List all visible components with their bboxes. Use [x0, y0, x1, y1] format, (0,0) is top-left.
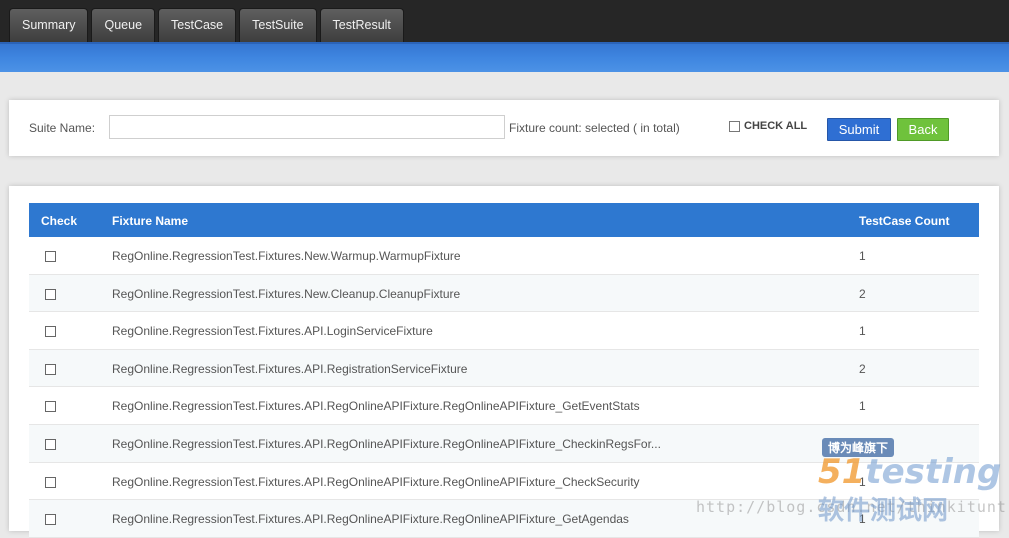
row-checkbox[interactable]	[45, 288, 56, 300]
table-header: Check Fixture Name TestCase Count	[29, 203, 979, 237]
fixture-name: RegOnline.RegressionTest.Fixtures.API.Re…	[112, 474, 640, 489]
testcase-count: 1	[859, 474, 866, 489]
fixture-name: RegOnline.RegressionTest.Fixtures.API.Re…	[112, 436, 661, 451]
testcase-count: 1	[859, 436, 866, 451]
row-checkbox[interactable]	[45, 251, 56, 262]
header-fixture-name: Fixture Name	[112, 214, 189, 228]
testcase-count: 1	[859, 399, 866, 414]
row-checkbox[interactable]	[45, 401, 56, 413]
suite-form-panel: Suite Name: Fixture count: selected ( in…	[9, 100, 999, 156]
header-check: Check	[41, 214, 78, 228]
suite-name-label: Suite Name:	[29, 121, 96, 135]
row-checkbox[interactable]	[45, 363, 56, 375]
check-all-checkbox[interactable]	[729, 120, 740, 132]
table-row: RegOnline.RegressionTest.Fixtures.API.Lo…	[29, 312, 979, 350]
table-body: RegOnline.RegressionTest.Fixtures.New.Wa…	[29, 237, 979, 538]
fixture-grid-panel: Check Fixture Name TestCase Count RegOnl…	[9, 186, 999, 538]
row-checkbox[interactable]	[45, 476, 56, 488]
table-row: RegOnline.RegressionTest.Fixtures.API.Re…	[29, 349, 979, 388]
submit-button[interactable]: Submit	[827, 118, 891, 141]
header-band	[0, 42, 1009, 72]
tab-testcase[interactable]: TestCase	[158, 8, 237, 42]
table-row: RegOnline.RegressionTest.Fixtures.New.Wa…	[29, 237, 979, 275]
check-all-toggle[interactable]: CHECK ALL	[729, 120, 807, 132]
fixture-name: RegOnline.RegressionTest.Fixtures.API.Re…	[112, 399, 640, 414]
table-row: RegOnline.RegressionTest.Fixtures.New.Cl…	[29, 274, 979, 313]
top-navigation-bar: Summary Queue TestCase TestSuite TestRes…	[0, 0, 1009, 42]
fixture-name: RegOnline.RegressionTest.Fixtures.API.Re…	[112, 361, 468, 376]
tab-summary[interactable]: Summary	[9, 8, 89, 42]
tab-testresult[interactable]: TestResult	[319, 8, 404, 42]
fixture-count-text: Fixture count: selected ( in total)	[509, 121, 680, 135]
fixture-name: RegOnline.RegressionTest.Fixtures.API.Lo…	[112, 324, 433, 339]
tab-testsuite[interactable]: TestSuite	[239, 8, 317, 42]
testcase-count: 1	[859, 512, 866, 527]
suite-name-input[interactable]	[109, 115, 505, 139]
check-all-label: CHECK ALL	[744, 120, 808, 132]
header-testcase-count: TestCase Count	[859, 214, 950, 228]
fixture-table: Check Fixture Name TestCase Count RegOnl…	[29, 203, 979, 538]
fixture-name: RegOnline.RegressionTest.Fixtures.New.Cl…	[112, 286, 461, 301]
tab-queue[interactable]: Queue	[91, 8, 156, 42]
fixture-name: RegOnline.RegressionTest.Fixtures.API.Re…	[112, 512, 629, 527]
table-row: RegOnline.RegressionTest.Fixtures.API.Re…	[29, 424, 979, 463]
testcase-count: 2	[859, 286, 866, 301]
back-button[interactable]: Back	[897, 118, 949, 141]
testcase-count: 1	[859, 249, 866, 263]
testcase-count: 2	[859, 361, 866, 376]
testcase-count: 1	[859, 324, 866, 339]
table-row: RegOnline.RegressionTest.Fixtures.API.Re…	[29, 387, 979, 425]
row-checkbox[interactable]	[45, 514, 56, 526]
table-row: RegOnline.RegressionTest.Fixtures.API.Re…	[29, 463, 979, 501]
row-checkbox[interactable]	[45, 438, 56, 450]
tab-strip: Summary Queue TestCase TestSuite TestRes…	[9, 8, 407, 42]
table-row: RegOnline.RegressionTest.Fixtures.API.Re…	[29, 500, 979, 538]
row-checkbox[interactable]	[45, 326, 56, 338]
fixture-name: RegOnline.RegressionTest.Fixtures.New.Wa…	[112, 249, 461, 263]
